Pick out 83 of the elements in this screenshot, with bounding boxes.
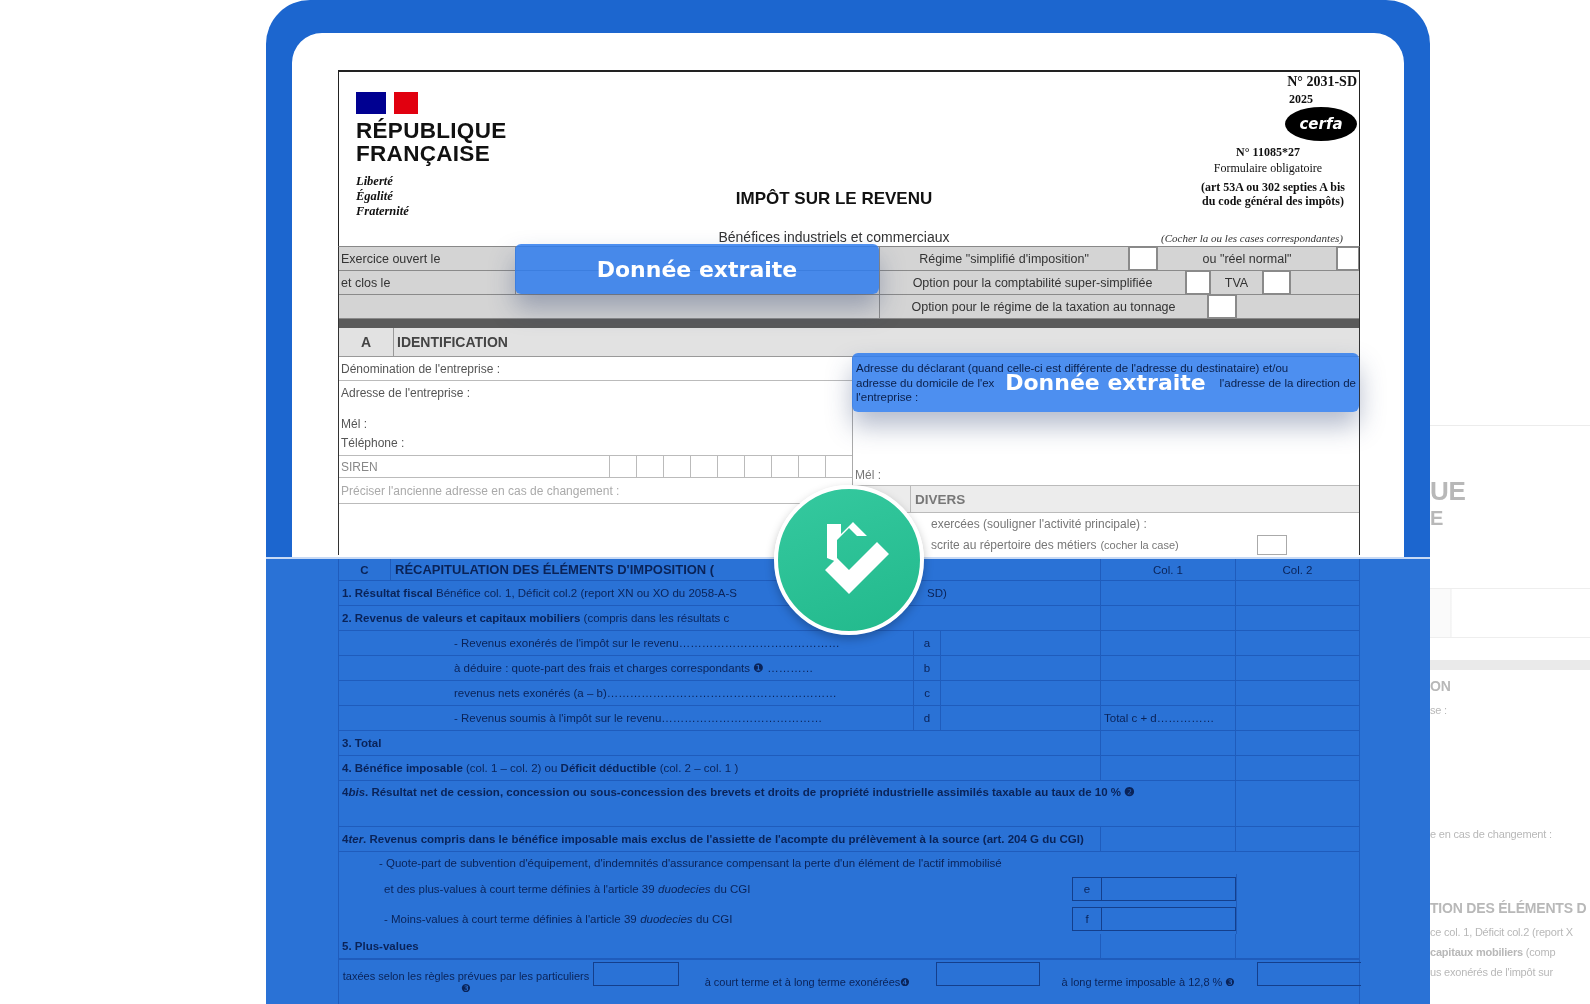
field-label: Mél : [855, 468, 881, 482]
field-label: Adresse de l'entreprise : [341, 386, 471, 400]
faded-text: capitaux mobiliers (comp [1430, 946, 1557, 958]
section-title: RÉCAPITULATION DES ÉLÉMENTS D'IMPOSITION ( [394, 562, 716, 577]
option-label: Régime "simplifié d'imposition" [880, 247, 1129, 270]
cerfa-number: N° 11085*27 [1235, 145, 1301, 159]
checkbox[interactable] [1186, 271, 1211, 294]
field-label: Préciser l'ancienne adresse en cas de changement : [341, 483, 620, 498]
row-label: - Moins-values à court terme définies à l'article 39 duodecies du CGI [383, 912, 734, 927]
option-label: ou "réel normal" [1158, 247, 1337, 270]
government-name: RÉPUBLIQUE FRANÇAISE [356, 120, 508, 166]
line-letter: d [913, 706, 941, 730]
field-label: Dénomination de l'entreprise : [341, 361, 501, 376]
row-label: taxées selon les règles prévues par les particuliers ❸ [341, 969, 591, 996]
column-header: Col. 2 [1281, 562, 1314, 578]
checkbox[interactable] [1208, 295, 1237, 318]
column-header: Col. 1 [1101, 559, 1236, 580]
line-letter: e [1072, 877, 1101, 901]
form-year: 2025 [1289, 92, 1313, 106]
row-label: 4ter. Revenus compris dans le bénéfice imposable mais exclus de l'assiette de l'acompte du prélèvement à la source (art. 204 G du CGI) [339, 827, 1101, 851]
cerfa-logo: cerfa [1285, 107, 1357, 141]
row-label: 1. Résultat fiscal Bénéfice col. 1, Déficit col.2 (report XN ou XO du 2058-A-S [342, 587, 739, 599]
checkbox[interactable] [1337, 247, 1359, 270]
motto-line: Égalité [356, 188, 394, 204]
checkbox[interactable] [1129, 247, 1158, 270]
period-label: et clos le [339, 271, 516, 294]
faded-text: ce col. 1, Déficit col.2 (report X [1430, 926, 1574, 938]
row-label: à long terme imposable à 12,8 % ❸ [1060, 975, 1237, 990]
row-label: 4bis. Résultat net de cession, concession ou sous-concession des brevets et droits de propriété industrielle assimilés taxable au taux de 10 % ❷ [339, 781, 1236, 826]
form-number: N° 2031-SD [1287, 75, 1357, 89]
faded-text: us exonérés de l'impôt sur [1430, 966, 1554, 978]
motto-line: Liberté [356, 173, 394, 189]
faded-text: UE [1430, 476, 1467, 507]
faded-text: E [1430, 507, 1445, 530]
field-label: l'adresse de la direction de [1219, 375, 1356, 390]
row-label: - Revenus soumis à l'impôt sur le revenu…………………………………… [454, 711, 824, 726]
row-label: 3. Total [339, 731, 1101, 755]
option-label: Option pour le régime de la taxation au tonnage [880, 295, 1208, 318]
field-label: scrite au répertoire des métiers [931, 538, 1097, 552]
faded-text: e en cas de changement : [1430, 828, 1553, 840]
row-label: à déduire : quote-part des frais et charges correspondants ❶ ………… [454, 661, 815, 676]
field-label: Téléphone : [341, 436, 405, 450]
field-hint: (cocher la case) [1100, 539, 1179, 551]
section-title: IDENTIFICATION [396, 333, 508, 352]
form-cell [1291, 271, 1359, 294]
form-note: Formulaire obligatoire [1212, 161, 1324, 175]
row-label: à court terme et à long terme exonérées❹ [703, 975, 912, 990]
row-label: - Revenus exonérés de l'impôt sur le revenu…………………………………… [454, 636, 841, 651]
line-letter: f [1072, 907, 1101, 931]
section-letter: A [339, 328, 394, 356]
row-label: SD) [927, 587, 948, 599]
extracted-data-label: Donnée extraite [515, 244, 879, 294]
row-label: 5. Plus-values [339, 934, 1101, 958]
field-label: Mél : [341, 417, 367, 431]
row-label: et des plus-values à court terme définies à l'article 39 duodecies du CGI [383, 882, 752, 897]
faded-text: se : [1430, 704, 1448, 716]
motto-line: Fraternité [356, 203, 409, 219]
field-label: SIREN [340, 459, 379, 474]
checkbox[interactable] [1263, 271, 1291, 294]
form-subtitle: Bénéfices industriels et commerciaux [717, 229, 951, 246]
field-label: exercées (souligner l'activité principale) : [931, 517, 1148, 531]
faded-text: ON [1430, 678, 1452, 694]
checkbox-hint: (Cocher la ou les cases correspondantes) [1160, 231, 1344, 246]
period-label: Exercice ouvert le [339, 247, 516, 270]
field-label: l'entreprise : [856, 390, 920, 405]
checkbox[interactable] [1256, 535, 1287, 555]
line-letter: c [913, 681, 941, 705]
row-label: 4. Bénéfice imposable (col. 1 – col. 2) ou Déficit déductible (col. 2 – col. 1 ) [342, 762, 739, 774]
section-letter: C [339, 559, 391, 580]
option-label: TVA [1211, 271, 1263, 294]
line-letter: a [913, 631, 941, 655]
row-label: revenus nets exonérés (a – b)…………………………………………………… [454, 686, 838, 701]
total-label: Total c + d…………… [1101, 706, 1236, 730]
flag-icon [356, 92, 418, 114]
faded-text: TION DES ÉLÉMENTS D [1430, 900, 1588, 916]
section-title: DIVERS [914, 490, 966, 509]
row-label: 2. Revenus de valeurs et capitaux mobiliers (compris dans les résultats c [342, 612, 730, 624]
option-label: Option pour la comptabilité super-simplifiée [880, 271, 1186, 294]
form-title: IMPÔT SUR LE REVENU [734, 189, 934, 209]
line-letter: b [913, 656, 941, 680]
legal-reference: (art 53A ou 302 septies A bis du code général des impôts) [1200, 180, 1346, 208]
field-label: adresse du domicile de l'ex [856, 375, 995, 390]
row-label: - Quote-part de subvention d'équipement, d'indemnités d'assurance compensant la perte d'un élément de l'actif immobilisé [378, 856, 1003, 871]
